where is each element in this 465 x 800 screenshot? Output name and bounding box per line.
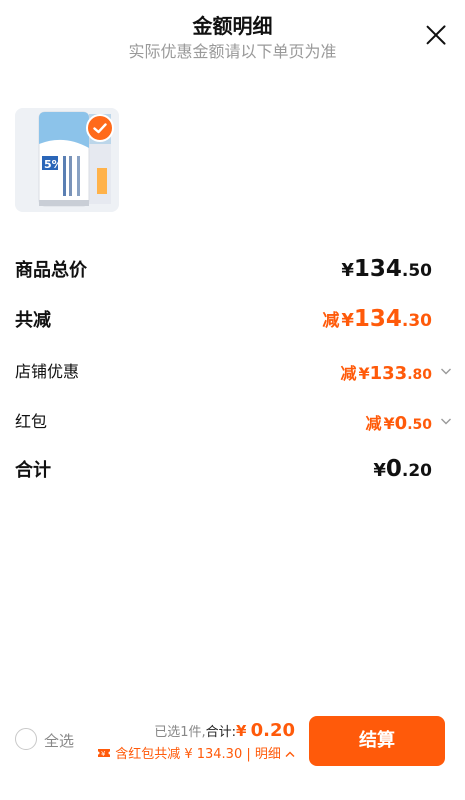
coupon-icon: ¥ bbox=[98, 749, 111, 758]
svg-text:5%: 5% bbox=[44, 158, 63, 171]
row-subtotal: 合计 ¥0.20 bbox=[15, 456, 450, 486]
sum-amount: 0.20 bbox=[250, 720, 295, 741]
page-subtitle: 实际优惠金额请以下单页为准 bbox=[128, 42, 337, 61]
sum-label: 合计: bbox=[205, 725, 236, 740]
row-store-discount[interactable]: 店铺优惠 减 ¥133.80 bbox=[15, 358, 452, 388]
sum-yen: ¥ bbox=[236, 722, 247, 740]
selected-check-icon[interactable] bbox=[86, 114, 114, 142]
header: 金额明细 实际优惠金额请以下单页为准 bbox=[0, 0, 465, 70]
discount-detail-text: 含红包共减 ¥ 134.30 | 明细 bbox=[115, 747, 281, 762]
select-all-radio[interactable] bbox=[15, 728, 37, 750]
close-icon[interactable] bbox=[425, 24, 447, 46]
chevron-down-icon[interactable] bbox=[440, 365, 452, 377]
svg-text:¥: ¥ bbox=[101, 750, 106, 758]
total-discount-label: 共减 bbox=[15, 310, 51, 331]
checkout-button[interactable]: 结算 bbox=[309, 716, 445, 766]
store-discount-value: 减 ¥133.80 bbox=[340, 363, 432, 384]
discount-detail-link[interactable]: ¥ 含红包共减 ¥ 134.30 | 明细 bbox=[97, 743, 295, 762]
row-red-packet[interactable]: 红包 减 ¥0.50 bbox=[15, 408, 452, 438]
chevron-up-icon bbox=[285, 751, 295, 757]
red-packet-value: 减 ¥0.50 bbox=[365, 413, 433, 434]
subtotal-label: 合计 bbox=[15, 460, 51, 481]
page-title: 金额明细 bbox=[192, 14, 273, 38]
row-total-discount: 共减 减 ¥134.30 bbox=[15, 306, 450, 336]
total-price-label: 商品总价 bbox=[15, 260, 87, 281]
order-summary: 已选1件,合计:¥ 0.20 ¥ 含红包共减 ¥ 134.30 | 明细 bbox=[97, 720, 295, 762]
total-price-value: ¥134.50 bbox=[341, 256, 432, 282]
total-discount-value: 减 ¥134.30 bbox=[322, 306, 432, 332]
selected-count: 已选1件, bbox=[154, 725, 206, 740]
checkout-bar: 全选 已选1件,合计:¥ 0.20 ¥ 含红包共减 ¥ 134.30 | 明细 … bbox=[0, 700, 465, 800]
select-all-label[interactable]: 全选 bbox=[44, 730, 74, 751]
store-discount-label: 店铺优惠 bbox=[15, 362, 80, 381]
chevron-down-icon[interactable] bbox=[440, 415, 452, 427]
row-total-price: 商品总价 ¥134.50 bbox=[15, 256, 450, 286]
red-packet-label: 红包 bbox=[15, 412, 48, 431]
subtotal-value: ¥0.20 bbox=[373, 456, 432, 482]
